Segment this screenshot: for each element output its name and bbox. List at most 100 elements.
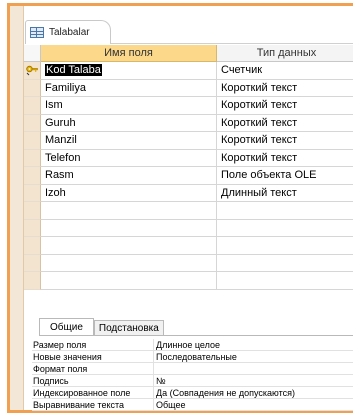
navigation-pane-strip	[10, 6, 24, 410]
field-name-cell[interactable]	[41, 237, 217, 255]
property-label: Новые значения	[32, 351, 154, 362]
field-design-grid: Имя поля Тип данных Kod Talaba Счетчик Fam…	[24, 45, 353, 290]
properties-tab-line	[39, 335, 353, 336]
field-name-text: Telefon	[45, 151, 81, 164]
property-row[interactable]: Новые значения Последовательные	[32, 351, 353, 363]
row-selector[interactable]	[24, 237, 41, 255]
row-selector[interactable]	[24, 149, 41, 167]
property-label: Подпись	[32, 375, 154, 386]
table-row[interactable]: Manzil Короткий текст	[24, 132, 353, 150]
data-type-text: Поле объекта OLE	[221, 169, 317, 182]
field-name-cell[interactable]: Manzil	[41, 132, 217, 150]
field-name-text: Kod Talaba	[45, 64, 102, 77]
field-name-cell[interactable]: Guruh	[41, 114, 217, 132]
data-type-text: Длинный текст	[221, 186, 297, 199]
property-row[interactable]: Выравнивание текста Общее	[32, 399, 353, 411]
data-type-cell[interactable]	[217, 220, 353, 237]
data-type-cell[interactable]: Поле объекта OLE	[217, 167, 353, 185]
data-type-text: Короткий текст	[221, 134, 298, 147]
row-selector[interactable]	[24, 167, 41, 185]
tab-general[interactable]: Общие	[39, 318, 94, 336]
tab-title: Talabalar	[49, 27, 90, 38]
data-type-text: Короткий текст	[221, 99, 298, 112]
document-tab-row: Talabalar	[24, 20, 353, 45]
data-type-text: Короткий текст	[221, 81, 298, 94]
field-name-text: Manzil	[45, 134, 77, 147]
row-selector[interactable]	[24, 62, 41, 80]
field-name-cell[interactable]: Ism	[41, 97, 217, 115]
field-name-cell[interactable]	[41, 272, 217, 290]
table-row[interactable]: Guruh Короткий текст	[24, 114, 353, 132]
properties-table: Размер поля Длинное целое Новые значения По…	[32, 339, 353, 411]
table-row[interactable]	[24, 237, 353, 255]
property-row[interactable]: Размер поля Длинное целое	[32, 339, 353, 351]
table-row[interactable]	[24, 202, 353, 220]
table-row[interactable]: Izoh Длинный текст	[24, 184, 353, 202]
tab-divider	[111, 43, 353, 44]
row-selector[interactable]	[24, 254, 41, 272]
data-type-cell[interactable]: Короткий текст	[217, 150, 353, 167]
property-label: Размер поля	[32, 339, 154, 350]
data-type-cell[interactable]	[217, 237, 353, 255]
field-name-cell[interactable]	[41, 219, 217, 237]
field-name-text: Ism	[45, 99, 63, 112]
data-type-cell[interactable]: Короткий текст	[217, 80, 353, 97]
field-name-text: Rasm	[45, 169, 74, 182]
field-name-cell[interactable]: Telefon	[41, 149, 217, 167]
table-row[interactable]	[24, 219, 353, 237]
data-type-text: Короткий текст	[221, 116, 298, 129]
row-selector[interactable]	[24, 79, 41, 97]
tab-lookup[interactable]: Подстановка	[93, 320, 164, 336]
table-row[interactable]: Kod Talaba Счетчик	[24, 62, 353, 80]
table-row[interactable]: Telefon Короткий текст	[24, 149, 353, 167]
data-type-cell[interactable]: Длинный текст	[217, 185, 353, 202]
field-name-cell[interactable]: Familiya	[41, 79, 217, 97]
property-label: Формат поля	[32, 363, 154, 374]
tab-talabalar[interactable]: Talabalar	[25, 20, 111, 44]
data-type-cell[interactable]: Счетчик	[217, 62, 353, 80]
property-value[interactable]: Общее	[154, 399, 353, 410]
grid-header: Имя поля Тип данных	[24, 45, 353, 62]
row-selector[interactable]	[24, 184, 41, 202]
field-name-cell[interactable]	[41, 202, 217, 220]
property-value[interactable]	[154, 363, 353, 374]
select-all-cell[interactable]	[24, 45, 41, 62]
row-selector[interactable]	[24, 114, 41, 132]
property-value[interactable]: Да (Совпадения не допускаются)	[154, 387, 353, 398]
property-value[interactable]: Последовательные	[154, 351, 353, 362]
table-row[interactable]: Familiya Короткий текст	[24, 79, 353, 97]
data-type-cell[interactable]	[217, 272, 353, 290]
field-name-cell[interactable]	[41, 254, 217, 272]
data-type-cell[interactable]: Короткий текст	[217, 132, 353, 150]
field-name-text: Izoh	[45, 186, 66, 199]
field-name-cell[interactable]: Kod Talaba	[41, 62, 217, 80]
data-type-cell[interactable]: Короткий текст	[217, 97, 353, 115]
row-selector[interactable]	[24, 219, 41, 237]
property-row[interactable]: Формат поля	[32, 363, 353, 375]
table-row[interactable]	[24, 254, 353, 272]
property-value[interactable]: №	[154, 375, 353, 386]
field-name-cell[interactable]: Rasm	[41, 167, 217, 185]
field-name-text: Guruh	[45, 116, 76, 129]
data-type-text: Счетчик	[221, 64, 263, 77]
row-selector[interactable]	[24, 202, 41, 220]
field-name-header[interactable]: Имя поля	[41, 45, 217, 62]
field-name-cell[interactable]: Izoh	[41, 184, 217, 202]
table-row[interactable]	[24, 272, 353, 290]
table-row[interactable]: Ism Короткий текст	[24, 97, 353, 115]
data-type-header[interactable]: Тип данных	[217, 45, 353, 62]
data-type-cell[interactable]	[217, 255, 353, 272]
primary-key-icon	[26, 65, 38, 76]
data-type-cell[interactable]	[217, 202, 353, 220]
data-type-cell[interactable]: Короткий текст	[217, 115, 353, 132]
property-label: Выравнивание текста	[32, 399, 154, 410]
property-value[interactable]: Длинное целое	[154, 339, 353, 350]
row-selector[interactable]	[24, 132, 41, 150]
property-row[interactable]: Индексированное поле Да (Совпадения не до…	[32, 387, 353, 399]
table-icon	[30, 27, 44, 38]
field-name-text: Familiya	[45, 81, 86, 94]
row-selector[interactable]	[24, 97, 41, 115]
row-selector[interactable]	[24, 272, 41, 290]
table-row[interactable]: Rasm Поле объекта OLE	[24, 167, 353, 185]
property-row[interactable]: Подпись №	[32, 375, 353, 387]
